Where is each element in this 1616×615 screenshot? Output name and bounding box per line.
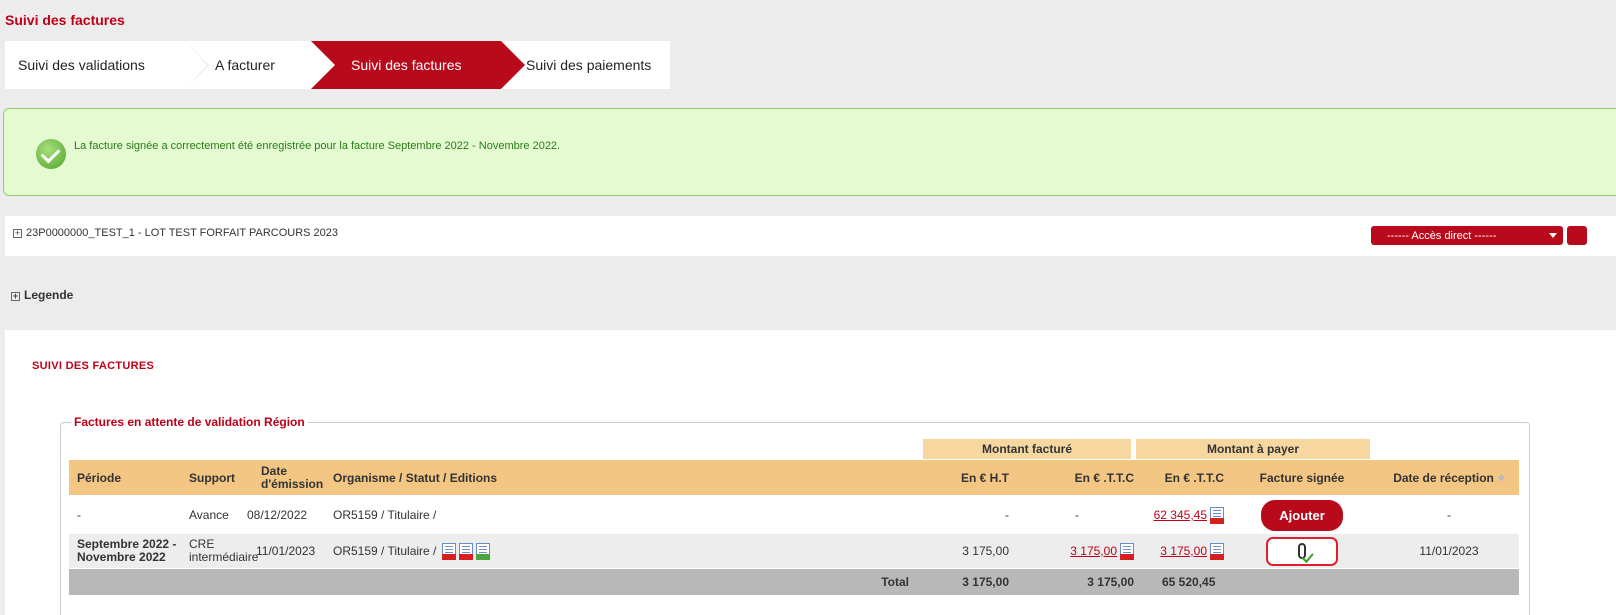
col-facture-signee: Facture signée [1259,470,1345,485]
pdf-icon[interactable] [459,542,474,560]
row-periode: Septembre 2022 - Novembre 2022 [77,537,177,564]
steps-nav: Suivi des validations A facturer Suivi d… [5,41,670,89]
col-organisme: Organisme / Statut / Editions [333,470,498,485]
success-alert: La facture signée a correctement été enr… [3,108,1616,196]
table-row: Septembre 2022 - Novembre 2022 CRE inter… [69,534,1519,568]
row-periode: - [77,508,81,522]
xls-icon[interactable] [476,542,491,560]
total-label: Total [881,575,909,589]
lot-toggle[interactable]: +23P0000000_TEST_1 - LOT TEST FORFAIT PA… [13,227,338,239]
total-ttc: 3 175,00 [1087,575,1134,589]
col-ttc-payer: En € .T.T.C [1164,470,1224,485]
ajouter-button[interactable]: Ajouter [1261,499,1343,531]
step-label: Suivi des paiements [526,57,652,73]
step-suivi-paiements[interactable]: Suivi des paiements [501,41,670,89]
row-facture-signee: Ajouter [1247,496,1357,534]
row-ttc-payer: 3 175,00 [1139,534,1224,568]
group-header-montant-facture: Montant facturé [923,439,1131,459]
step-label: A facturer [215,57,275,73]
col-support: Support [189,470,235,485]
total-row: Total 3 175,00 3 175,00 65 520,45 [69,569,1519,595]
amount-link[interactable]: 62 345,45 [1154,508,1207,522]
row-ttc-payer: 62 345,45 [1139,496,1224,534]
chevron-down-icon [1549,233,1557,238]
lot-label: 23P0000000_TEST_1 - LOT TEST FORFAIT PAR… [26,227,339,239]
pdf-icon[interactable] [442,542,457,560]
alert-message: La facture signée a correctement été enr… [74,140,561,152]
amount-link[interactable]: 3 175,00 [1160,544,1207,558]
row-ht: - [1005,508,1009,522]
row-date-emission: 08/12/2022 [247,508,308,522]
pdf-icon[interactable] [1210,506,1224,524]
row-date-reception: 11/01/2023 [1419,544,1479,558]
check-circle-icon [36,139,66,169]
col-ttc: En € .T.T.C [1074,470,1134,485]
expand-icon[interactable]: + [11,292,20,301]
legende-label: Legende [24,288,74,302]
acces-direct-select[interactable]: ------ Accès direct ------ [1371,226,1563,245]
section-title: SUIVI DES FACTURES [32,360,155,372]
row-facture-signee [1247,534,1357,568]
col-ht: En € H.T [960,470,1009,485]
sort-icon[interactable]: ◆ [1498,472,1505,483]
step-suivi-validations[interactable]: Suivi des validations [5,41,209,89]
acces-direct-go-button[interactable] [1567,226,1587,245]
row-support: Avance [189,508,229,522]
page-title: Suivi des factures [5,12,125,28]
pdf-icon[interactable] [1210,542,1224,560]
lot-bar: +23P0000000_TEST_1 - LOT TEST FORFAIT PA… [5,216,1616,256]
step-label: Suivi des validations [18,57,145,73]
row-ht: 3 175,00 [962,544,1009,558]
table-row: - Avance 08/12/2022 OR5159 / Titulaire /… [69,496,1519,534]
col-periode: Période [77,470,122,485]
step-suivi-factures[interactable]: Suivi des factures [311,41,525,89]
expand-icon[interactable]: + [13,229,22,238]
acces-direct-label: ------ Accès direct ------ [1387,229,1497,242]
row-organisme: OR5159 / Titulaire / [333,508,437,522]
step-label: Suivi des factures [351,57,462,73]
row-ttc: 3 175,00 [1049,534,1134,568]
row-ttc: - [1075,508,1079,522]
row-date-emission: 11/01/2023 [256,544,316,558]
total-ht: 3 175,00 [962,575,1009,589]
amount-link[interactable]: 3 175,00 [1070,544,1117,558]
invoices-panel: SUIVI DES FACTURES Factures en attente d… [5,330,1616,615]
row-date-reception: - [1447,508,1451,522]
row-support: CRE intermédiaire [189,537,259,564]
table-header: Période Support Date d'émission Organism… [69,460,1519,495]
col-date-reception[interactable]: Date de réception ◆ [1379,460,1519,495]
total-ttc-payer: 65 520,45 [1162,575,1216,589]
row-organisme: OR5159 / Titulaire / [333,534,633,568]
group-header-montant-a-payer: Montant à payer [1136,439,1370,459]
paperclip-icon [1298,543,1306,559]
pdf-icon[interactable] [1120,542,1134,560]
legende-toggle[interactable]: + Legende [11,288,73,302]
fieldset-title: Factures en attente de validation Région [71,415,308,429]
signed-invoice-button[interactable] [1266,536,1338,566]
col-date-emission: Date d'émission [261,463,324,491]
